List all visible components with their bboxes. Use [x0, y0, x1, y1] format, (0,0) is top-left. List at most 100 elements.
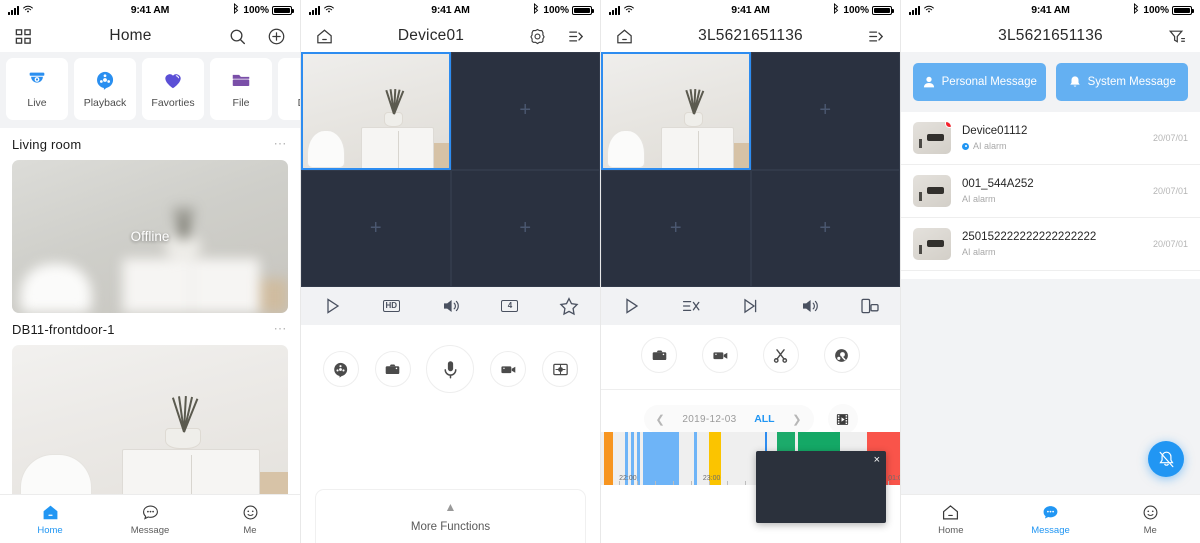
quick-action-file[interactable]: File	[210, 58, 272, 120]
gear-icon[interactable]	[528, 27, 547, 46]
home-navbar: Home	[0, 20, 300, 52]
record-video-icon	[712, 347, 729, 364]
message-row[interactable]: 250152222222222222222 AI alarm 20/07/01	[901, 218, 1200, 271]
video-cell-empty[interactable]: +	[450, 169, 600, 287]
tab-message[interactable]: Message	[100, 503, 200, 536]
camera-thumbnail-live[interactable]	[12, 345, 288, 508]
video-cell-empty[interactable]: +	[750, 52, 900, 170]
camera-name: DB11-frontdoor-1	[12, 321, 115, 337]
add-channel-icon: +	[819, 99, 832, 122]
video-cell-empty[interactable]: +	[301, 169, 451, 287]
message-row[interactable]: Device01112 AI alarm 20/07/01	[901, 112, 1200, 165]
add-channel-icon: +	[519, 216, 532, 239]
record-button[interactable]	[490, 351, 527, 387]
pip-video-overlay[interactable]: ×	[756, 451, 886, 523]
volume-icon[interactable]	[799, 295, 821, 317]
snapshot-button[interactable]	[641, 337, 678, 373]
tab-home[interactable]: Home	[0, 503, 100, 536]
microphone-icon	[440, 359, 461, 380]
personal-message-button[interactable]: Personal Message	[913, 63, 1046, 101]
quick-action-favorties[interactable]: Favorties	[142, 58, 204, 120]
page-title: Home	[109, 27, 152, 44]
snapshot-button[interactable]	[374, 351, 411, 387]
message-timestamp: 20/07/01	[1152, 133, 1188, 143]
video-cell-empty[interactable]: +	[750, 169, 900, 287]
tab-home[interactable]: Home	[901, 503, 1001, 536]
timeline-segment	[642, 432, 679, 485]
volume-icon[interactable]	[440, 295, 462, 317]
film-clip-button[interactable]	[827, 404, 858, 434]
alarm-dot-icon	[962, 142, 969, 150]
step-forward-icon[interactable]	[739, 295, 761, 317]
add-channel-icon: +	[819, 216, 832, 239]
message-icon	[141, 503, 160, 522]
person-icon	[922, 75, 936, 89]
bluetooth-icon	[832, 2, 840, 17]
message-subtitle-row: AI alarm	[962, 247, 1142, 257]
message-thumbnail	[913, 228, 951, 260]
live-feed	[303, 54, 449, 168]
video-cell-active[interactable]	[601, 52, 751, 170]
date-selector[interactable]: ❮ 2019-12-03 ALL ❯	[643, 405, 814, 433]
message-list: Device01112 AI alarm 20/07/01 001_544A25…	[901, 112, 1200, 271]
playback-date-bar: ❮ 2019-12-03 ALL ❯	[601, 390, 900, 434]
timeline-label: 23:00	[702, 475, 721, 482]
picture-in-picture-icon[interactable]	[859, 295, 881, 317]
play-icon[interactable]	[321, 295, 343, 317]
device-list-icon[interactable]	[567, 27, 586, 46]
room-illustration	[12, 345, 288, 508]
quick-action-live[interactable]: Live	[6, 58, 68, 120]
record-button[interactable]	[702, 337, 739, 373]
tab-me[interactable]: Me	[200, 503, 300, 536]
more-functions-button[interactable]: ▲ More Functions	[315, 489, 586, 543]
message-thumbnail	[913, 122, 951, 154]
status-bar: 9:41 AM 100%	[901, 0, 1200, 20]
playback-navbar: 3L5621651136	[601, 20, 900, 52]
playback-feed	[603, 54, 749, 168]
hd-quality-icon[interactable]: HD	[382, 300, 401, 312]
device-list-icon[interactable]	[867, 27, 886, 46]
video-cell-active[interactable]	[301, 52, 451, 170]
quick-actions-bar: Live Playback Favorties File	[0, 52, 300, 128]
video-cell-empty[interactable]: +	[601, 169, 751, 287]
mute-alarm-fab[interactable]	[1148, 441, 1184, 477]
more-dots-icon[interactable]: ⋯	[274, 321, 289, 337]
timeline-segment	[636, 432, 640, 485]
split-screen-icon[interactable]: 4	[501, 300, 519, 312]
clip-button[interactable]	[762, 337, 799, 373]
quick-action-door[interactable]: Door	[278, 58, 300, 120]
ptz-direction-button[interactable]	[322, 351, 359, 387]
download-button[interactable]	[823, 337, 860, 373]
chevron-right-icon[interactable]: ❯	[792, 413, 801, 426]
more-dots-icon[interactable]: ⋯	[274, 136, 289, 152]
quick-action-playback[interactable]: Playback	[74, 58, 136, 120]
quick-action-label: Favorties	[151, 97, 195, 109]
timeline-label: 22:00	[619, 475, 637, 482]
close-icon[interactable]: ×	[874, 454, 880, 466]
search-icon[interactable]	[228, 27, 247, 46]
message-row[interactable]: 001_544A252 AI alarm 20/07/01	[901, 165, 1200, 218]
playback-speed-icon[interactable]	[680, 295, 702, 317]
chevron-left-icon[interactable]: ❮	[656, 413, 665, 426]
playback-control-row	[601, 325, 900, 390]
camera-thumbnail-offline[interactable]: Offline	[12, 160, 288, 313]
microphone-button[interactable]	[426, 345, 475, 393]
segment-label: Personal Message	[941, 76, 1037, 88]
home-icon	[41, 503, 60, 522]
plus-circle-icon[interactable]	[267, 27, 286, 46]
video-cell-empty[interactable]: +	[450, 52, 600, 170]
grid-menu-icon[interactable]	[14, 27, 33, 46]
system-message-button[interactable]: System Message	[1055, 63, 1188, 101]
bottom-tabbar: Home Message Me	[0, 494, 300, 543]
filter-all-button[interactable]: ALL	[754, 413, 774, 425]
filter-funnel-icon[interactable]	[1167, 27, 1186, 46]
tab-message[interactable]: Message	[1001, 503, 1101, 536]
playback-icon	[94, 69, 116, 91]
home-icon[interactable]	[315, 27, 334, 46]
focus-button[interactable]	[542, 351, 579, 387]
play-icon[interactable]	[620, 295, 642, 317]
tab-me[interactable]: Me	[1100, 503, 1200, 536]
wifi-icon	[923, 4, 935, 17]
star-favorite-icon[interactable]	[558, 295, 580, 317]
home-icon[interactable]	[615, 27, 634, 46]
